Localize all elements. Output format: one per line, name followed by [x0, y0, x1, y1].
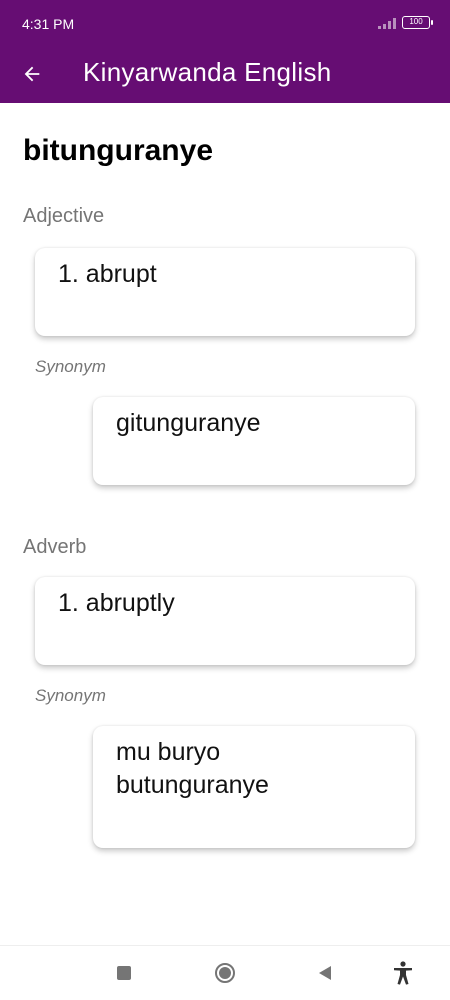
back-button[interactable]: [14, 56, 50, 92]
synonym-text: gitunguranye: [116, 409, 261, 437]
app-title: Kinyarwanda English: [83, 57, 332, 87]
synonym-card[interactable]: mu buryo butunguranye: [93, 726, 415, 848]
accessibility-icon: [394, 961, 412, 985]
synonym-label: Synonym: [35, 686, 106, 705]
circle-home-icon: [215, 963, 235, 983]
part-of-speech-adjective: Adjective: [23, 205, 105, 227]
synonym-card[interactable]: gitunguranye: [93, 397, 415, 485]
part-of-speech-adverb: Adverb: [23, 536, 87, 558]
definition-text: 1. abruptly: [58, 589, 175, 617]
triangle-back-icon: [319, 966, 331, 980]
definition-card[interactable]: 1. abrupt: [35, 248, 415, 336]
definition-card[interactable]: 1. abruptly: [35, 577, 415, 665]
entry-word: bitunguranye: [23, 134, 214, 167]
app-bar: Kinyarwanda English: [0, 46, 450, 103]
signal-icon: [378, 17, 396, 29]
square-recent-icon: [117, 966, 131, 980]
arrow-left-icon: [24, 66, 40, 82]
status-time: 4:31 PM: [22, 16, 75, 32]
battery-level: 100: [409, 17, 423, 26]
synonym-label: Synonym: [35, 357, 106, 376]
status-icons: 100: [378, 16, 433, 29]
recent-apps-button[interactable]: [109, 958, 139, 988]
synonym-text: mu buryo butunguranye: [116, 738, 269, 799]
battery-icon: 100: [402, 16, 433, 29]
status-bar: 4:31 PM 100: [0, 0, 450, 46]
nav-back-button[interactable]: [310, 958, 340, 988]
accessibility-button[interactable]: [388, 958, 418, 988]
definition-text: 1. abrupt: [58, 260, 157, 288]
system-nav-bar: [0, 945, 450, 1000]
home-button[interactable]: [210, 958, 240, 988]
